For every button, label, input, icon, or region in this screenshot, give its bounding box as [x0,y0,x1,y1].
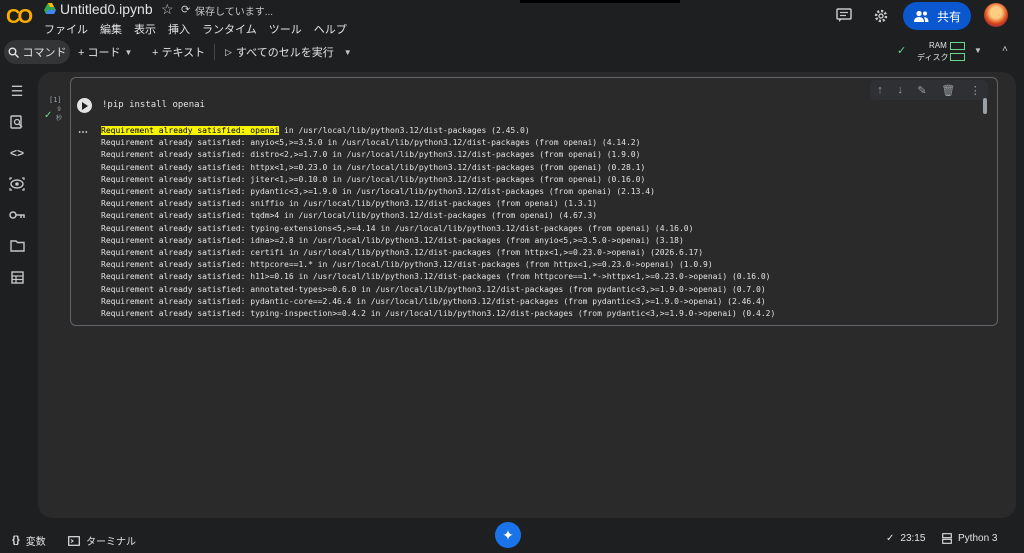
terminal-label: ターミナル [86,537,136,548]
success-check-icon: ✓ [44,110,53,121]
output-line: Requirement already satisfied: sniffio i… [101,199,598,209]
command-palette-button[interactable]: コマンド [4,40,70,64]
output-line: Requirement already satisfied: tqdm>4 in… [101,211,598,221]
chevron-down-icon[interactable]: ▼ [974,46,982,55]
execution-count: [1] [49,96,62,104]
output-line: Requirement already satisfied: httpcore=… [101,260,713,270]
sync-icon: ⟳ [181,4,191,16]
output-actions-icon[interactable]: ⋯ [78,127,88,138]
key-icon[interactable] [8,206,26,224]
disk-bar [950,53,965,61]
output-line: Requirement already satisfied: idna>=2.8… [101,235,684,245]
menu-insert[interactable]: 挿入 [168,21,190,37]
output-highlight: Requirement already satisfied: openai [101,126,280,135]
search-icon [8,47,19,58]
folder-icon[interactable] [8,237,26,255]
avatar[interactable] [984,3,1008,27]
output-line: Requirement already satisfied: certifi i… [101,248,704,258]
chevron-up-icon[interactable]: ˄ [1002,44,1008,55]
run-all-button[interactable]: ▷ すべてのセルを実行 ▼ [225,42,352,62]
menu-tools[interactable]: ツール [269,21,302,37]
output-line: Requirement already satisfied: typing-in… [101,309,776,319]
menu-runtime[interactable]: ランタイム [202,21,257,37]
variables-inspector-icon[interactable] [8,175,26,193]
menu-edit[interactable]: 編集 [100,21,122,37]
menu-help[interactable]: ヘルプ [314,21,347,37]
edit-pen-icon[interactable]: ✎ [917,84,926,97]
drive-icon[interactable] [44,3,56,14]
add-text-label: + テキスト [152,47,206,59]
people-icon [913,10,929,22]
menu-view[interactable]: 表示 [134,21,156,37]
output-line: in /usr/local/lib/python3.12/dist-packag… [279,126,530,135]
output-line: Requirement already satisfied: h11>=0.16… [101,272,771,282]
chevron-down-icon: ▼ [124,47,133,57]
chevron-down-icon: ▼ [343,47,352,57]
run-all-label: すべてのセルを実行 [235,47,334,59]
star-icon[interactable]: ☆ [161,1,174,18]
terminal-button[interactable]: ターミナル [68,533,136,548]
execution-time: 9 秒 [55,107,62,122]
gemini-icon[interactable]: ✦ [495,522,521,548]
ram-label: RAM [929,41,947,50]
play-icon [82,101,88,110]
output-line: Requirement already satisfied: jiter<1,>… [101,174,646,184]
share-label: 共有 [936,9,961,24]
output-line: Requirement already satisfied: annotated… [101,284,766,294]
runtime-status[interactable]: ✓ 23:15 [886,533,925,544]
share-button[interactable]: 共有 [903,2,971,30]
data-table-icon[interactable] [8,268,26,286]
braces-icon: {} [12,535,20,546]
output-line: Requirement already satisfied: anyio<5,>… [101,138,641,148]
toolbar-divider [214,44,215,60]
notebook-title[interactable]: Untitled0.ipynb [60,1,153,17]
command-label: コマンド [22,47,67,59]
more-options-icon[interactable]: ⋮ [970,84,981,97]
variables-label: 変数 [25,537,46,548]
runtime-time: 23:15 [900,533,926,544]
output-line: Requirement already satisfied: distro<2,… [101,150,641,160]
code-editor[interactable]: !pip install openai [102,100,205,110]
move-down-icon[interactable]: ↓ [897,84,903,96]
delete-icon[interactable]: 🗑 [941,84,955,97]
table-of-contents-icon[interactable]: ☰ [8,82,26,100]
output-line: Requirement already satisfied: pydantic-… [101,296,766,306]
variables-button[interactable]: {} 変数 [12,533,46,548]
connected-check-icon: ✓ [897,45,907,57]
move-up-icon[interactable]: ↑ [877,84,883,96]
gear-icon[interactable] [873,8,889,24]
run-cell-button[interactable] [77,98,92,113]
cell-toolbar: ↑ ↓ ✎ 🗑 ⋮ [870,80,988,100]
menu-file[interactable]: ファイル [44,21,88,37]
output-line: Requirement already satisfied: pydantic<… [101,187,655,197]
find-replace-icon[interactable] [8,113,26,131]
terminal-icon [68,535,80,546]
kernel-label: Python 3 [958,533,998,544]
add-code-label: + コード [78,47,121,59]
colab-app: CO Untitled0.ipynb ☆ ⟳ 保存しています... ファイル 編… [0,0,1024,553]
saving-status: 保存しています... [195,7,274,18]
top-stripe [520,0,680,3]
output-line: Requirement already satisfied: httpx<1,>… [101,162,646,172]
ram-bar [950,42,965,50]
code-snippets-icon[interactable]: <> [8,144,26,162]
colab-logo[interactable]: CO [6,6,36,28]
play-icon: ▷ [225,46,232,57]
server-icon [942,533,952,544]
comment-icon[interactable] [836,8,852,22]
kernel-selector[interactable]: Python 3 [942,533,997,544]
scrollbar[interactable] [983,98,987,114]
resource-monitor[interactable]: RAM ディスク [917,40,967,64]
cell-output: Requirement already satisfied: openai in… [101,125,775,320]
add-code-button[interactable]: + コード ▼ [78,42,132,62]
menu-bar: ファイル 編集 表示 挿入 ランタイム ツール ヘルプ [44,21,359,37]
output-line: Requirement already satisfied: typing-ex… [101,223,694,233]
check-icon: ✓ [886,533,895,544]
add-text-button[interactable]: + テキスト [152,42,205,62]
disk-label: ディスク [917,53,949,62]
